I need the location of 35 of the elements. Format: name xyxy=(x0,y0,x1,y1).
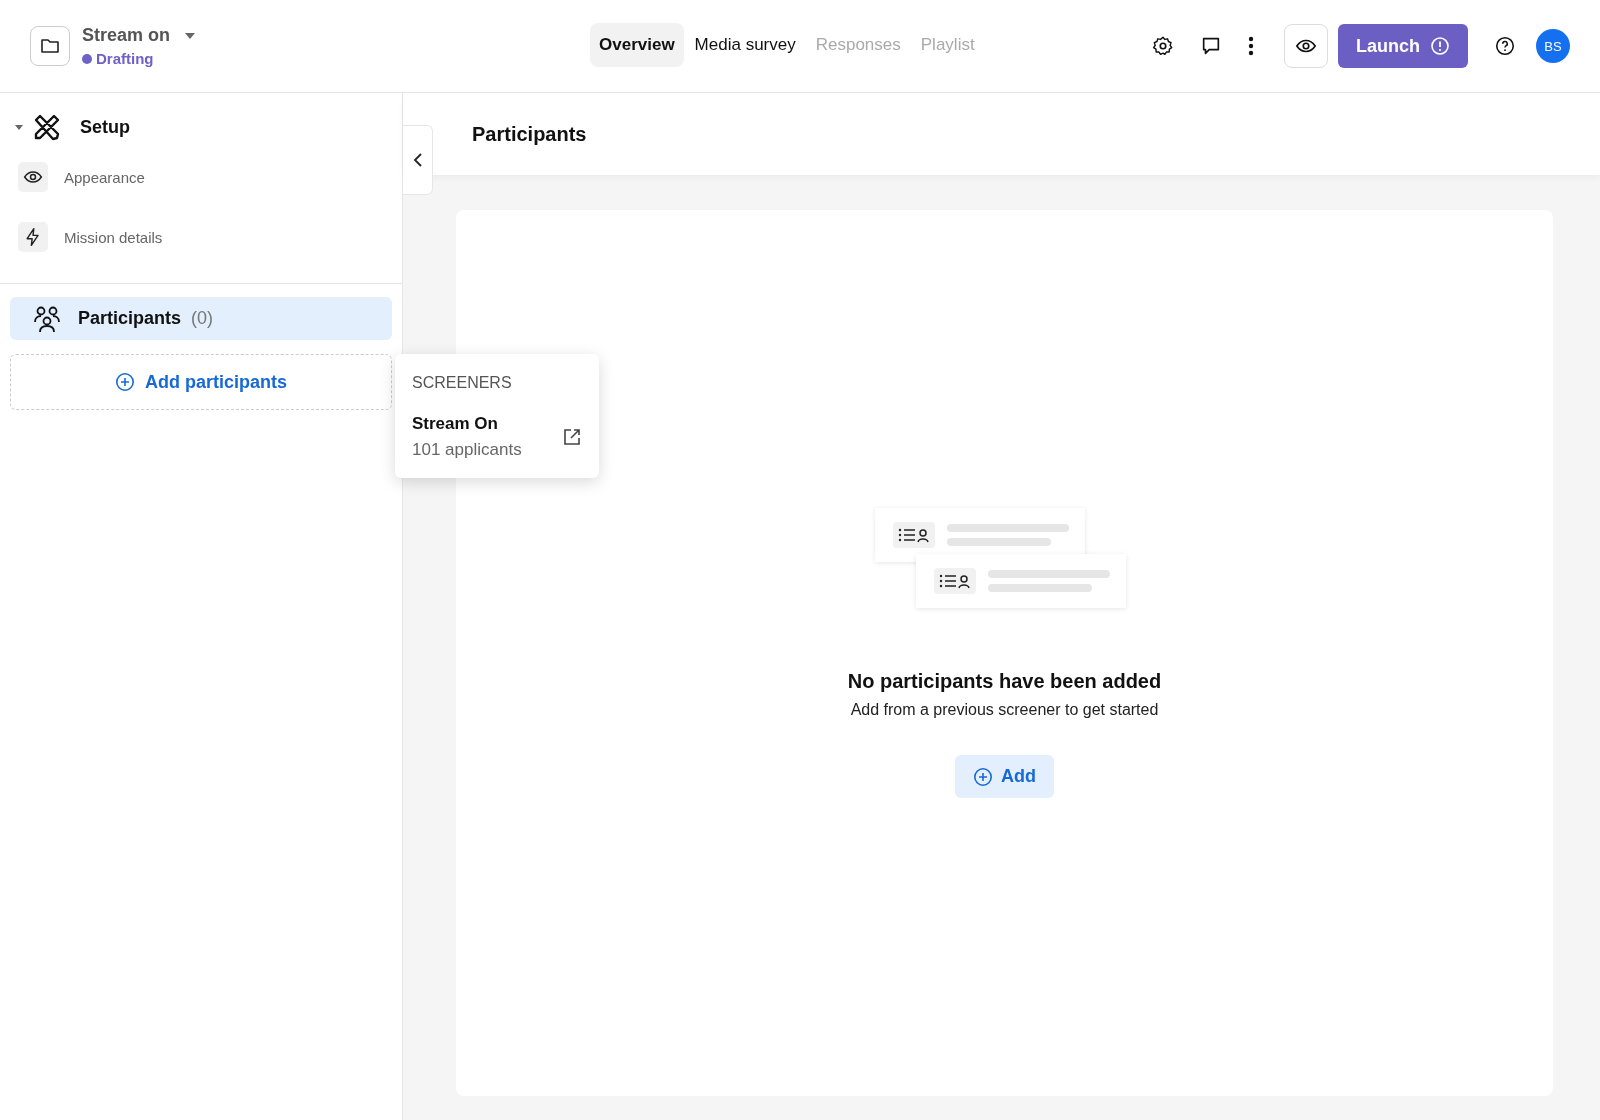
empty-state-text: Add from a previous screener to get started xyxy=(850,701,1159,719)
project-title: Stream on xyxy=(82,25,171,46)
screener-subtitle: 101 applicants xyxy=(412,440,522,460)
help-icon[interactable] xyxy=(1494,35,1516,57)
page-title: Participants xyxy=(472,122,587,146)
tools-icon xyxy=(32,112,62,142)
chevron-left-icon xyxy=(411,152,424,168)
sidebar-item[interactable]: Mission details xyxy=(0,207,402,267)
eye-icon xyxy=(18,162,48,192)
folder-button[interactable] xyxy=(30,26,70,66)
add-button[interactable]: Add xyxy=(955,755,1054,798)
external-link-icon[interactable] xyxy=(562,427,582,447)
popup-heading: SCREENERS xyxy=(412,374,513,392)
more-icon[interactable] xyxy=(1248,35,1254,57)
preview-button[interactable] xyxy=(1284,24,1328,68)
status-label: Drafting xyxy=(96,50,154,67)
lightning-icon xyxy=(18,222,48,252)
section-title[interactable]: Setup xyxy=(80,116,130,138)
launch-button[interactable]: Launch xyxy=(1338,24,1468,68)
add-participants-button[interactable]: Add participants xyxy=(10,354,392,410)
nav-tab[interactable]: Overview xyxy=(590,23,684,67)
caret-icon[interactable] xyxy=(14,123,24,131)
plus-circle-icon xyxy=(115,372,135,392)
comment-icon[interactable] xyxy=(1200,35,1222,57)
sidebar-item[interactable]: Appearance xyxy=(0,147,402,207)
nav-tab[interactable]: Media survey xyxy=(685,23,805,67)
alert-icon xyxy=(1430,36,1450,56)
plus-circle-icon xyxy=(973,766,993,787)
screener-title[interactable]: Stream On xyxy=(412,414,522,434)
folder-icon xyxy=(40,37,60,55)
empty-state-title: No participants have been added xyxy=(847,670,1162,693)
caret-icon[interactable] xyxy=(184,31,197,40)
settings-icon[interactable] xyxy=(1152,35,1174,57)
user-avatar[interactable]: BS xyxy=(1536,29,1570,63)
participants-item[interactable]: Participants (0) xyxy=(10,297,392,340)
